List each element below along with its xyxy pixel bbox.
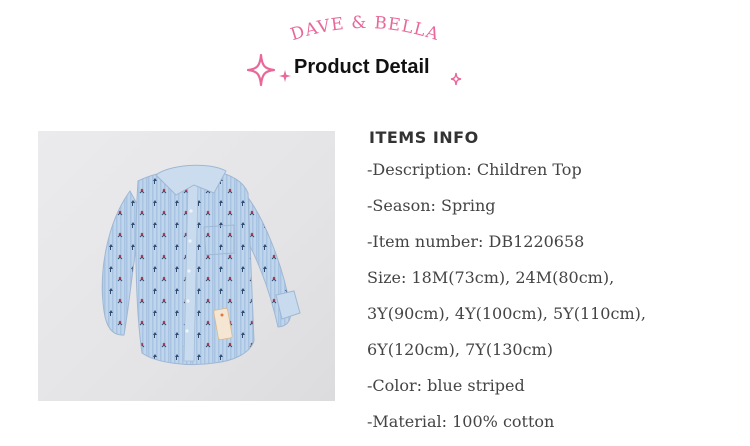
page-title: Product Detail <box>294 56 430 78</box>
description-text: -Description: Children Top <box>367 160 582 179</box>
sparkle-icon <box>279 70 291 82</box>
material-text: -Material: 100% cotton <box>367 412 555 431</box>
size-text-continued: 3Y(90cm), 4Y(100cm), 5Y(110cm), <box>367 304 646 323</box>
brand-logo: DAVE & BELLA <box>288 13 442 45</box>
brand-logo-text: DAVE & BELLA <box>288 13 442 45</box>
item-number-text: -Item number: DB1220658 <box>367 232 585 251</box>
shirt-illustration <box>101 164 301 366</box>
size-text-continued: 6Y(120cm), 7Y(130cm) <box>367 340 553 359</box>
color-text: -Color: blue striped <box>367 376 525 395</box>
sparkle-icon <box>450 72 462 86</box>
season-text: -Season: Spring <box>367 196 496 215</box>
product-image <box>38 131 335 401</box>
items-info-heading: ITEMS INFO <box>369 128 479 147</box>
size-text: Size: 18M(73cm), 24M(80cm), <box>367 268 615 287</box>
sparkle-icon <box>246 53 276 87</box>
